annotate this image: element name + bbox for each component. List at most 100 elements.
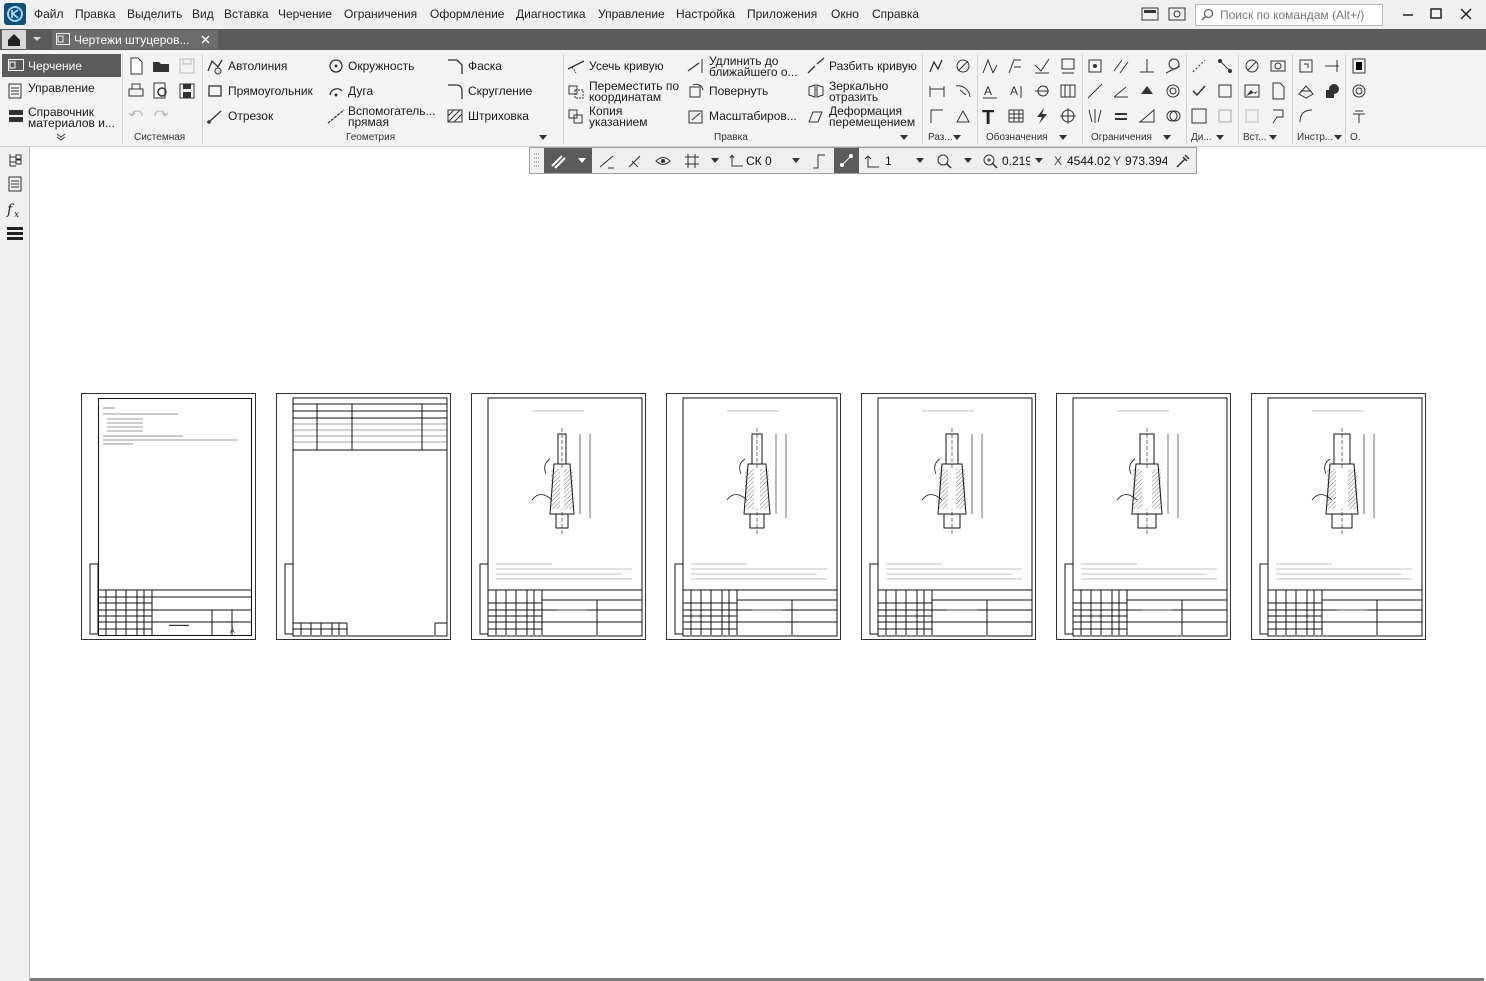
cursor-step-value[interactable]: 1 [885,154,892,168]
hatch-button[interactable]: Штриховка [468,110,529,122]
tree-icon[interactable] [7,152,23,168]
table-border-icon[interactable] [1059,82,1077,100]
radius-icon[interactable] [954,82,972,100]
zoom-window-icon[interactable] [935,152,953,170]
linear-dimension-icon[interactable] [928,82,946,100]
menu-edit[interactable]: Правка [75,7,116,21]
group-dropdown-icon[interactable] [1216,135,1224,141]
trim-button[interactable]: Усечь кривую [589,60,664,72]
tool-measure-icon[interactable] [1297,57,1315,75]
layout-icon[interactable] [1141,7,1159,21]
hatch-icon[interactable] [446,107,464,125]
o-sheet-icon[interactable] [1350,57,1368,75]
dropdown-icon[interactable] [916,158,924,164]
x-coordinate[interactable]: 4544.026 [1067,154,1110,168]
o-tool-icon[interactable] [1350,107,1368,125]
save-as-icon[interactable] [178,82,196,100]
ribbon-mode-management[interactable]: Управление [4,80,120,102]
grip-icon[interactable] [532,151,542,169]
dropdown-icon[interactable] [711,158,719,164]
grid-icon[interactable] [683,152,701,170]
aux-line-icon[interactable] [327,107,345,125]
tangent-icon[interactable] [1164,57,1182,75]
copy-pointer-button[interactable]: Копия указанием [589,105,659,128]
group-dropdown-icon[interactable] [539,135,547,141]
move-coords-icon[interactable] [567,82,585,100]
group-dropdown-icon[interactable] [1334,135,1342,141]
new-document-icon[interactable] [127,57,145,75]
insert-pointer-icon[interactable] [1269,107,1287,125]
group-dropdown-icon[interactable] [1059,135,1067,141]
tab-drawing-document[interactable]: Чертежи штуцеров... [52,30,218,49]
diag-points-icon[interactable] [1216,57,1234,75]
zoom-icon[interactable] [981,152,999,170]
symmetry-icon[interactable] [1086,107,1104,125]
menu-apps[interactable]: Приложения [747,7,817,21]
copy-pointer-icon[interactable] [567,107,585,125]
preview-icon[interactable] [152,82,170,100]
diag-sheet-icon[interactable] [1216,82,1234,100]
menu-select[interactable]: Выделить [127,7,182,21]
o-spiral-icon[interactable] [1350,82,1368,100]
aux-line-button[interactable]: Вспомогатель... прямая [348,105,438,128]
tolerance-icon[interactable] [1059,57,1077,75]
diameter-icon[interactable] [954,57,972,75]
autoline-icon[interactable] [206,57,224,75]
collinear-icon[interactable] [1086,82,1104,100]
ribbon-mode-drawing[interactable]: Черчение [2,54,121,77]
text-leader-icon[interactable]: A [981,82,999,100]
mirror-icon[interactable] [807,82,825,100]
sheet-6[interactable] [1056,393,1231,640]
parallel-icon[interactable] [1112,57,1130,75]
print-icon[interactable] [127,82,145,100]
fix-point-icon[interactable] [1086,57,1104,75]
search-input[interactable] [1218,6,1382,24]
menu-settings[interactable]: Настройка [676,7,735,21]
menu-file[interactable]: Файл [34,7,64,21]
menu-help[interactable]: Справка [872,7,919,21]
sheet-7[interactable] [1251,393,1426,640]
rotate-button[interactable]: Повернуть [709,85,768,97]
circle-icon[interactable] [327,57,345,75]
open-folder-icon[interactable] [152,57,170,75]
home-button[interactable] [2,30,26,49]
dropdown-icon[interactable] [964,158,972,164]
table-icon[interactable] [1007,107,1025,125]
merge-icon[interactable] [1164,107,1182,125]
split-button[interactable]: Разбить кривую [829,60,917,72]
maximize-icon[interactable] [1426,5,1446,23]
menu-drawing[interactable]: Черчение [278,7,332,21]
ordinate-dim-icon[interactable] [928,107,946,125]
menu-view[interactable]: Вид [192,7,214,21]
mirror-button[interactable]: Зеркально отразить [829,80,909,103]
coordinate-system-value[interactable]: СК 0 [746,154,772,168]
tool-hatch-icon[interactable] [1297,82,1315,100]
chamfer-icon[interactable] [446,57,464,75]
chamfer-button[interactable]: Фаска [468,60,502,72]
screen-icon[interactable] [1168,7,1186,21]
position-icon[interactable]: A [1007,82,1025,100]
extend-button[interactable]: Удлинить до ближайшего о... [709,55,805,78]
concentric-icon[interactable] [1164,82,1182,100]
scale-icon[interactable] [687,107,705,125]
menu-design[interactable]: Оформление [430,7,504,21]
scale-button[interactable]: Масштабиров... [709,110,797,122]
app-logo-icon[interactable] [4,3,26,25]
menu-diagnostics[interactable]: Диагностика [516,7,586,21]
segment-button[interactable]: Отрезок [228,110,273,122]
tool-fill-icon[interactable] [1323,82,1341,100]
sheet-5[interactable] [861,393,1036,640]
minimize-icon[interactable] [1398,5,1418,23]
group-dropdown-icon[interactable] [900,135,908,141]
trim-icon[interactable] [567,57,585,75]
extend-icon[interactable] [687,57,705,75]
menu-window[interactable]: Окно [831,7,859,21]
deform-button[interactable]: Деформация перемещением [829,105,924,128]
tool-curve-icon[interactable] [1297,107,1315,125]
dropdown-icon[interactable] [792,158,800,164]
snap-mode-button[interactable] [544,148,592,173]
eyedropper-icon[interactable] [1173,152,1191,170]
diag-icon[interactable] [1190,57,1208,75]
insert-fragment-icon[interactable] [1269,57,1287,75]
sheet-4[interactable] [666,393,841,640]
